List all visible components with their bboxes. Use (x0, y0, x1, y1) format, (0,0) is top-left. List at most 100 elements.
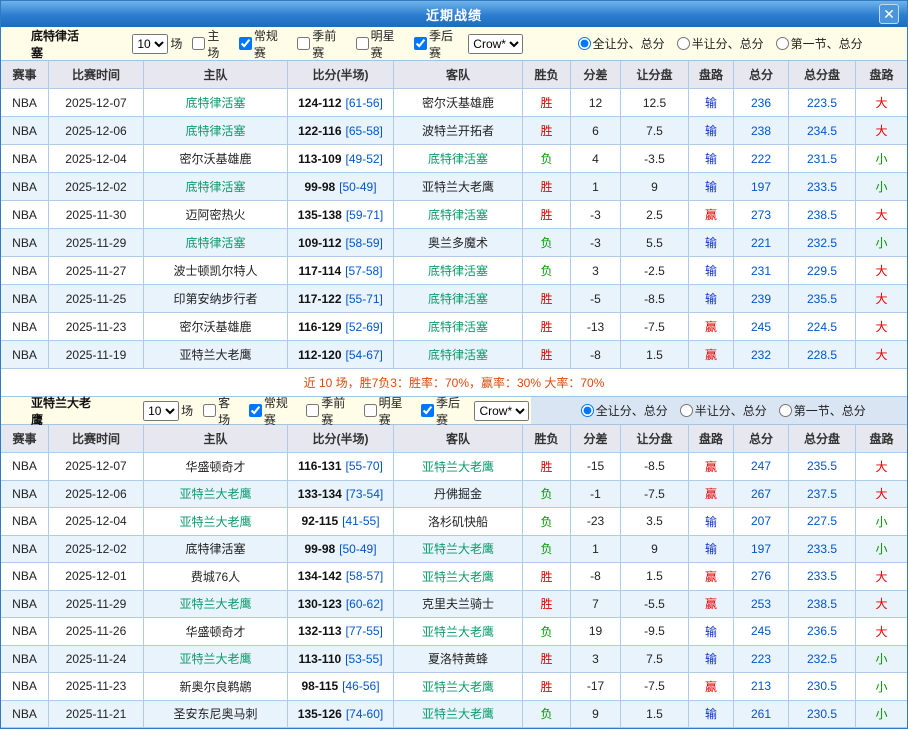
handicap-result-cell: 输 (689, 285, 734, 313)
date-cell: 2025-12-04 (49, 145, 144, 173)
checkbox-input[interactable] (364, 404, 377, 417)
score-cell: 117-122[55-71] (288, 285, 394, 313)
checkbox-input[interactable] (297, 37, 310, 50)
home-team-cell: 亚特兰大老鹰 (144, 591, 288, 619)
column-header: 总分 (734, 61, 789, 89)
home-team-cell: 华盛顿奇才 (144, 453, 288, 481)
odds-type-select[interactable]: Crow* (474, 401, 529, 421)
result-cell: 负 (523, 481, 571, 509)
over-under-cell: 大 (856, 341, 907, 369)
date-cell: 2025-11-30 (49, 201, 144, 229)
games-suffix-label: 场 (181, 402, 193, 419)
result-cell: 胜 (523, 673, 571, 701)
handicap-line-cell: -8.5 (621, 453, 689, 481)
away-team-cell: 亚特兰大老鹰 (394, 536, 523, 564)
checkbox-input[interactable] (239, 37, 252, 50)
filter-checkbox[interactable]: 客场 (197, 394, 241, 428)
checkbox-input[interactable] (249, 404, 262, 417)
games-count-select[interactable]: 10 (143, 401, 179, 421)
radio-input[interactable] (677, 37, 690, 50)
filter-checkbox[interactable]: 明星赛 (358, 394, 413, 428)
league-cell: NBA (1, 673, 49, 701)
filter-checkbox[interactable]: 常规赛 (233, 27, 289, 61)
checkbox-input[interactable] (414, 37, 427, 50)
checkbox-label: 季后赛 (429, 27, 464, 61)
mode-radio[interactable]: 全让分、总分 (570, 35, 665, 52)
radio-input[interactable] (581, 404, 594, 417)
date-cell: 2025-12-07 (49, 89, 144, 117)
fulltime-score: 112-120 (298, 348, 341, 362)
filter-checkbox[interactable]: 季前赛 (300, 394, 355, 428)
filter-checkbox[interactable]: 主场 (186, 27, 231, 61)
filter-checkbox[interactable]: 季后赛 (408, 27, 464, 61)
mode-radio[interactable]: 第一节、总分 (768, 35, 863, 52)
away-team-cell: 底特律活塞 (394, 201, 523, 229)
handicap-line-cell: 12.5 (621, 89, 689, 117)
over-under-cell: 大 (856, 257, 907, 285)
total-line-cell: 232.5 (789, 646, 856, 674)
mode-radio[interactable]: 全让分、总分 (573, 402, 668, 419)
checkbox-label: 季前赛 (312, 27, 347, 61)
table-row: NBA2025-11-23密尔沃基雄鹿116-129[52-69]底特律活塞胜-… (1, 313, 907, 341)
over-under-cell: 大 (856, 201, 907, 229)
fulltime-score: 98-115 (301, 679, 338, 693)
date-cell: 2025-11-19 (49, 341, 144, 369)
total-line-cell: 238.5 (789, 591, 856, 619)
column-header: 比分(半场) (288, 425, 394, 453)
games-count-select[interactable]: 10 (132, 34, 168, 54)
team-name: 亚特兰大老鹰 (31, 394, 101, 428)
radio-input[interactable] (680, 404, 693, 417)
handicap-result-cell: 输 (689, 89, 734, 117)
fulltime-score: 113-109 (298, 152, 341, 166)
checkbox-input[interactable] (306, 404, 319, 417)
table-row: NBA2025-11-29亚特兰大老鹰130-123[60-62]克里夫兰骑士胜… (1, 591, 907, 619)
radio-label: 全让分、总分 (596, 402, 668, 419)
filter-checkbox[interactable]: 明星赛 (350, 27, 406, 61)
checkbox-input[interactable] (192, 37, 205, 50)
filter-checkbox[interactable]: 常规赛 (243, 394, 298, 428)
table-row: NBA2025-12-06亚特兰大老鹰133-134[73-54]丹佛掘金负-1… (1, 481, 907, 509)
score-cell: 116-131[55-70] (288, 453, 394, 481)
home-team-cell: 亚特兰大老鹰 (144, 646, 288, 674)
radio-input[interactable] (776, 37, 789, 50)
column-header: 盘路 (689, 61, 734, 89)
halftime-score: [58-57] (346, 569, 383, 583)
home-team-cell: 密尔沃基雄鹿 (144, 145, 288, 173)
column-header: 比赛时间 (49, 61, 144, 89)
over-under-cell: 大 (856, 313, 907, 341)
radio-input[interactable] (779, 404, 792, 417)
result-cell: 负 (523, 701, 571, 729)
league-cell: NBA (1, 285, 49, 313)
score-cell: 134-142[58-57] (288, 563, 394, 591)
mode-radio[interactable]: 第一节、总分 (771, 402, 866, 419)
over-under-cell: 大 (856, 563, 907, 591)
score-cell: 124-112[61-56] (288, 89, 394, 117)
away-team-cell: 亚特兰大老鹰 (394, 563, 523, 591)
checkbox-input[interactable] (203, 404, 216, 417)
filter-checkbox[interactable]: 季前赛 (291, 27, 347, 61)
date-cell: 2025-11-27 (49, 257, 144, 285)
radio-input[interactable] (578, 37, 591, 50)
away-team-cell: 底特律活塞 (394, 341, 523, 369)
home-team-cell: 印第安纳步行者 (144, 285, 288, 313)
away-team-cell: 亚特兰大老鹰 (394, 618, 523, 646)
checkbox-input[interactable] (421, 404, 434, 417)
total-points-cell: 273 (734, 201, 789, 229)
league-cell: NBA (1, 536, 49, 564)
filter-checkbox[interactable]: 季后赛 (415, 394, 470, 428)
handicap-line-cell: 1.5 (621, 701, 689, 729)
mode-radio[interactable]: 半让分、总分 (672, 402, 767, 419)
score-cell: 99-98[50-49] (288, 173, 394, 201)
close-icon[interactable]: ✕ (879, 4, 899, 24)
over-under-cell: 大 (856, 285, 907, 313)
away-team-cell: 底特律活塞 (394, 313, 523, 341)
home-team-cell: 亚特兰大老鹰 (144, 508, 288, 536)
odds-type-select[interactable]: Crow* (468, 34, 523, 54)
home-team-cell: 底特律活塞 (144, 89, 288, 117)
date-cell: 2025-12-02 (49, 173, 144, 201)
column-header: 客队 (394, 425, 523, 453)
checkbox-input[interactable] (356, 37, 369, 50)
date-cell: 2025-12-04 (49, 508, 144, 536)
away-team-cell: 夏洛特黄蜂 (394, 646, 523, 674)
mode-radio[interactable]: 半让分、总分 (669, 35, 764, 52)
